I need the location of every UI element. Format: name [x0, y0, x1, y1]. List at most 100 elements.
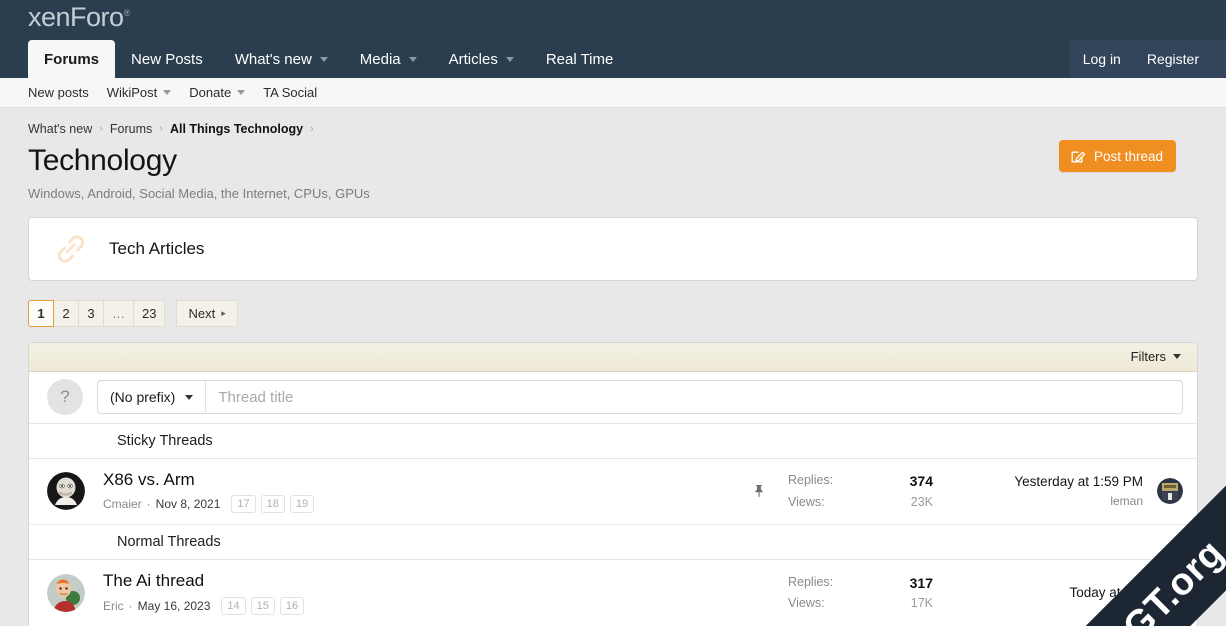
post-thread-button-label: Post thread — [1093, 148, 1163, 164]
views-value: 23K — [910, 494, 933, 509]
site-header: xenForo® Forums New Posts What's new Med… — [0, 0, 1226, 78]
nav-tab-media-label: Media — [359, 50, 401, 68]
page-root: xenForo® Forums New Posts What's new Med… — [0, 0, 1226, 626]
subnav-item-donate[interactable]: Donate — [189, 85, 246, 100]
subnav-item-new-posts[interactable]: New posts — [28, 85, 89, 100]
thread-stats: Replies: 317 Views: 17K — [788, 573, 933, 614]
table-row[interactable]: The Ai thread Eric · May 16, 2023 14 15 … — [29, 560, 1197, 626]
thread-page-badge[interactable]: 18 — [260, 494, 285, 514]
pagination-next-label: Next — [188, 305, 216, 321]
breadcrumb-separator-icon: › — [310, 123, 314, 135]
thread-page-badge[interactable]: 19 — [289, 494, 315, 514]
pagination-next-button[interactable]: Next ▸ — [176, 299, 238, 327]
thread-info: X86 vs. Arm Cmaier · Nov 8, 2021 17 18 1… — [103, 470, 752, 514]
subnav-item-new-posts-label: New posts — [28, 85, 89, 100]
compose-pencil-icon — [1071, 151, 1086, 163]
subnav-item-wikipost-label: WikiPost — [106, 85, 158, 100]
nav-tab-media[interactable]: Media — [344, 40, 433, 78]
views-label: Views: — [788, 596, 825, 611]
thread-page-badge[interactable]: 14 — [221, 596, 246, 615]
filters-button-label: Filters — [1130, 349, 1166, 364]
nav-tab-whats-new[interactable]: What's new — [219, 40, 344, 78]
thread-title-link[interactable]: X86 vs. Arm — [103, 470, 752, 490]
post-thread-button[interactable]: Post thread — [1058, 140, 1176, 172]
site-logo[interactable]: xenForo® — [28, 2, 130, 33]
thread-search-field: (No prefix) — [97, 380, 1183, 414]
thread-title-search-input[interactable] — [206, 381, 1182, 413]
thread-title-link[interactable]: The Ai thread — [103, 571, 752, 591]
replies-value: 374 — [909, 472, 933, 489]
replies-label: Replies: — [788, 574, 834, 589]
nav-tab-articles-label: Articles — [448, 50, 498, 68]
subforum-row-tech-articles[interactable]: Tech Articles — [29, 218, 1197, 280]
pagination-page-23[interactable]: 23 — [133, 299, 166, 327]
nav-tab-articles[interactable]: Articles — [433, 40, 530, 78]
subnav-item-wikipost[interactable]: WikiPost — [107, 85, 172, 100]
page-header: Technology Windows, Android, Social Medi… — [0, 136, 1226, 201]
thread-last-post: Today at 7:2 — [975, 583, 1143, 603]
last-post-time[interactable]: Yesterday at 1:59 PM — [975, 472, 1143, 492]
login-button[interactable]: Log in — [1070, 40, 1134, 78]
subforum-list: Tech Articles — [28, 216, 1198, 281]
filters-button[interactable]: Filters — [1131, 349, 1181, 364]
chevron-down-icon — [185, 394, 194, 400]
breadcrumb-item-all-things-technology[interactable]: All Things Technology — [170, 122, 303, 136]
pagination-page-1[interactable]: 1 — [28, 299, 54, 327]
chevron-down-icon — [505, 56, 514, 62]
thread-search-row: ? (No prefix) — [29, 372, 1197, 424]
thread-author[interactable]: Eric — [103, 599, 124, 613]
nav-tab-new-posts-label: New Posts — [131, 50, 203, 68]
prefix-select[interactable]: (No prefix) — [98, 381, 207, 413]
section-header-normal-threads: Normal Threads — [29, 525, 1197, 561]
subforum-label-tech-articles: Tech Articles — [109, 238, 205, 258]
subnav-item-ta-social-label: TA Social — [263, 85, 318, 100]
thread-author[interactable]: Cmaier — [103, 497, 142, 511]
primary-navigation: Forums New Posts What's new Media Articl… — [28, 40, 1226, 78]
thread-page-badge[interactable]: 15 — [250, 596, 275, 615]
last-post-time[interactable]: Today at 7:2 — [975, 583, 1143, 603]
register-button[interactable]: Register — [1134, 40, 1212, 78]
help-icon[interactable]: ? — [47, 379, 83, 415]
last-post-avatar[interactable]: D — [1157, 580, 1183, 607]
nav-tab-forums[interactable]: Forums — [28, 40, 116, 78]
filters-bar: Filters — [29, 342, 1197, 372]
avatar-image — [1157, 478, 1183, 505]
replies-value: 317 — [909, 574, 933, 591]
thread-list: Filters ? (No prefix) Sticky Threads — [28, 341, 1198, 626]
last-post-author[interactable]: leman — [975, 492, 1143, 510]
subnav-item-donate-label: Donate — [189, 85, 232, 100]
pagination-page-3[interactable]: 3 — [78, 299, 104, 327]
link-icon — [57, 234, 85, 263]
views-value: 17K — [910, 596, 933, 611]
chevron-down-icon — [408, 56, 417, 62]
thread-page-badge[interactable]: 16 — [279, 596, 305, 615]
section-header-sticky-threads: Sticky Threads — [29, 424, 1197, 459]
avatar-initial: D — [1165, 585, 1175, 601]
thread-page-badges: 14 15 16 — [221, 596, 305, 615]
thread-page-badge[interactable]: 17 — [231, 494, 256, 514]
nav-tab-new-posts[interactable]: New Posts — [115, 40, 219, 78]
nav-tab-whats-new-label: What's new — [234, 50, 312, 68]
nav-tab-real-time[interactable]: Real Time — [530, 40, 630, 78]
nav-tab-real-time-label: Real Time — [545, 50, 614, 68]
pagination: 1 2 3 … 23 Next ▸ — [28, 299, 1198, 327]
thread-page-badges: 17 18 19 — [231, 494, 315, 514]
avatar[interactable] — [47, 574, 85, 613]
table-row[interactable]: X86 vs. Arm Cmaier · Nov 8, 2021 17 18 1… — [29, 459, 1197, 526]
content-wrapper: Tech Articles 1 2 3 … 23 Next ▸ Filters — [0, 216, 1226, 626]
thread-date: Nov 8, 2021 — [155, 497, 221, 512]
breadcrumb: What's new › Forums › All Things Technol… — [0, 108, 1226, 136]
nav-tab-forums-label: Forums — [44, 50, 100, 68]
chevron-down-icon — [1173, 354, 1181, 359]
last-post-avatar[interactable] — [1157, 478, 1183, 505]
breadcrumb-item-forums[interactable]: Forums — [110, 122, 152, 136]
avatar[interactable] — [47, 472, 85, 511]
subnav-item-ta-social[interactable]: TA Social — [263, 85, 317, 100]
breadcrumb-item-whats-new[interactable]: What's new — [28, 122, 92, 136]
pin-icon-placeholder — [752, 586, 766, 600]
pin-icon — [755, 485, 763, 498]
views-label: Views: — [788, 494, 825, 509]
pagination-page-2[interactable]: 2 — [53, 299, 79, 327]
thread-stats: Replies: 374 Views: 23K — [788, 471, 933, 512]
breadcrumb-separator-icon: › — [99, 123, 103, 135]
